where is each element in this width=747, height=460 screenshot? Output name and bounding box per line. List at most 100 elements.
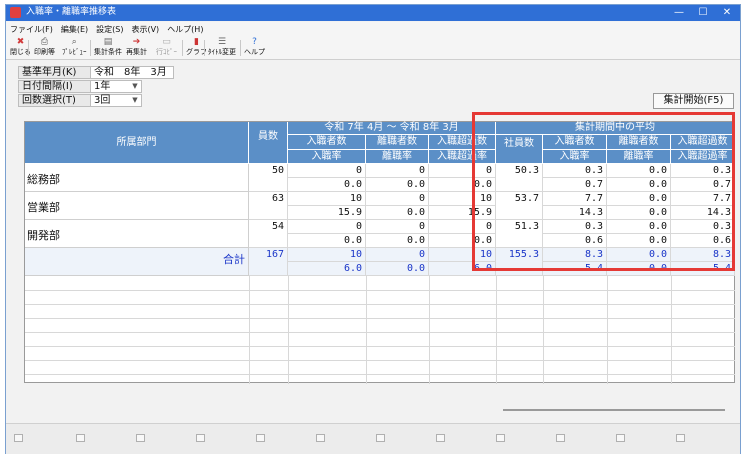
status-pane xyxy=(676,434,685,442)
empty-col-line xyxy=(543,276,544,384)
rate-cell: 0.0 xyxy=(366,206,429,220)
maximize-button[interactable]: ☐ xyxy=(690,6,716,20)
empty-row-line xyxy=(25,318,735,319)
menu-settings[interactable]: 設定(S) xyxy=(92,23,127,37)
dept-header: 所属部門 xyxy=(25,122,249,164)
toolbar-button-2[interactable]: ⌕ ﾌﾟﾚﾋﾞｭｰ xyxy=(62,37,87,59)
base-month-label: 基準年月(K) xyxy=(18,66,91,79)
headcount-cell: 50 xyxy=(249,164,288,192)
status-pane xyxy=(436,434,445,442)
headcount-cell: 63 xyxy=(249,192,288,220)
menu-file[interactable]: ファイル(F) xyxy=(6,23,57,37)
col-header-col_hire_rate: 入職率 xyxy=(543,150,607,164)
avg-value-cell: 7.7 xyxy=(671,192,735,206)
app-icon xyxy=(10,7,21,18)
dept-row: 営業部 xyxy=(25,192,249,220)
menu-help[interactable]: ヘルプ(H) xyxy=(163,23,207,37)
avg-value-cell: 8.3 xyxy=(671,248,735,262)
rate-cell: 0.0 xyxy=(366,178,429,192)
toolbar-label: ヘルプ xyxy=(244,48,265,56)
empty-col-line xyxy=(249,276,250,384)
chevron-down-icon: ▼ xyxy=(132,82,138,90)
rate-cell: 6.0 xyxy=(429,262,496,276)
app-window: 入職率・離職率推移表 — ☐ ✕ ファイル(F) 編集(E) 設定(S) 表示(V) ヘ… xyxy=(5,4,741,454)
close-doc-icon: ✖ xyxy=(16,37,25,47)
printer-icon: ⎙ xyxy=(40,37,49,47)
toolbar-label: ﾌﾟﾚﾋﾞｭｰ xyxy=(62,48,87,56)
avg-value-cell: 8.3 xyxy=(543,248,607,262)
col-header-col_leave_rate: 離職率 xyxy=(607,150,671,164)
value-cell: 0 xyxy=(366,248,429,262)
avg-value-cell: 0.3 xyxy=(543,220,607,234)
status-bar xyxy=(6,423,740,454)
avg-value-cell: 0.0 xyxy=(607,220,671,234)
close-button[interactable]: ✕ xyxy=(714,6,740,20)
avg-value-cell: 0.0 xyxy=(607,192,671,206)
avg-value-cell: 0.0 xyxy=(607,164,671,178)
total-row: 合計 xyxy=(25,248,249,276)
chevron-down-icon: ▼ xyxy=(132,96,138,104)
rate-cell: 0.0 xyxy=(288,234,366,248)
status-pane xyxy=(616,434,625,442)
base-month-field[interactable]: 令和 8年 3月 xyxy=(90,66,174,79)
value-cell: 0 xyxy=(288,164,366,178)
toolbar: ✖ 閉じる ⎙ 印刷等 ⌕ ﾌﾟﾚﾋﾞｭｰ ▤ 集計条件 ➔ 再集計 ▭ 行ｺﾋﾟｰ ▮ グラフ ☰ ﾀｲﾄﾙ… xyxy=(6,36,740,60)
toolbar-separator xyxy=(182,40,183,56)
status-pane xyxy=(196,434,205,442)
horizontal-scrollbar[interactable] xyxy=(503,409,725,411)
status-pane xyxy=(496,434,505,442)
menu-view[interactable]: 表示(V) xyxy=(127,23,163,37)
title-bar: 入職率・離職率推移表 — ☐ ✕ xyxy=(6,5,740,21)
toolbar-separator xyxy=(204,40,205,56)
status-pane xyxy=(316,434,325,442)
toolbar-button-8[interactable]: ? ヘルプ xyxy=(244,37,265,59)
value-cell: 0 xyxy=(429,220,496,234)
avg-staff-cell: 50.3 xyxy=(496,164,543,192)
value-cell: 0 xyxy=(429,164,496,178)
dept-row: 開発部 xyxy=(25,220,249,248)
graph-icon: ▮ xyxy=(194,37,199,47)
avg-rate-cell: 5.4 xyxy=(671,262,735,276)
status-pane xyxy=(256,434,265,442)
avg-rate-cell: 0.7 xyxy=(543,178,607,192)
window-title: 入職率・離職率推移表 xyxy=(26,7,117,17)
toolbar-separator xyxy=(28,40,29,56)
col-header-col_hire_rate: 入職率 xyxy=(288,150,366,164)
empty-row-line xyxy=(25,304,735,305)
dept-name: 開発部 xyxy=(27,229,60,242)
value-cell: 10 xyxy=(288,192,366,206)
recalc-icon: ➔ xyxy=(132,37,141,47)
status-pane xyxy=(14,434,23,442)
col-header-col_excess_rate: 入職超過率 xyxy=(429,150,496,164)
count-select[interactable]: 3回 ▼ xyxy=(90,94,142,107)
data-grid: 所属部門 員数 令和 7年 4月 ～ 令和 8年 3月 集計期間中の平均 社員数 入職者数… xyxy=(24,121,735,384)
rate-cell: 0.0 xyxy=(288,178,366,192)
empty-row-line xyxy=(25,290,735,291)
toolbar-label: ﾀｲﾄﾙ変更 xyxy=(208,48,236,56)
empty-row-line xyxy=(25,346,735,347)
toolbar-button-4[interactable]: ➔ 再集計 xyxy=(126,37,147,59)
conditions-icon: ▤ xyxy=(103,37,113,47)
avg-value-cell: 0.3 xyxy=(671,164,735,178)
avg-rate-cell: 5.4 xyxy=(543,262,607,276)
menu-edit[interactable]: 編集(E) xyxy=(57,23,92,37)
toolbar-button-7[interactable]: ☰ ﾀｲﾄﾙ変更 xyxy=(208,37,236,59)
value-cell: 0 xyxy=(366,220,429,234)
avg-value-cell: 0.3 xyxy=(671,220,735,234)
toolbar-button-3[interactable]: ▤ 集計条件 xyxy=(94,37,122,59)
toolbar-button-1[interactable]: ⎙ 印刷等 xyxy=(34,37,55,59)
date-interval-value: 1年 xyxy=(94,81,111,92)
minimize-button[interactable]: — xyxy=(666,6,692,20)
avg-value-cell: 0.3 xyxy=(543,164,607,178)
col-header-col_hire: 入職者数 xyxy=(543,135,607,150)
avg-value-cell: 0.0 xyxy=(607,248,671,262)
date-interval-select[interactable]: 1年 ▼ xyxy=(90,80,142,93)
empty-col-line xyxy=(671,276,672,384)
avg-rate-cell: 0.6 xyxy=(543,234,607,248)
value-cell: 10 xyxy=(429,192,496,206)
headcount-cell: 167 xyxy=(249,248,288,276)
rate-cell: 15.9 xyxy=(288,206,366,220)
status-pane xyxy=(556,434,565,442)
toolbar-label: 印刷等 xyxy=(34,48,55,56)
start-aggregation-button[interactable]: 集計開始(F5) xyxy=(653,93,734,109)
